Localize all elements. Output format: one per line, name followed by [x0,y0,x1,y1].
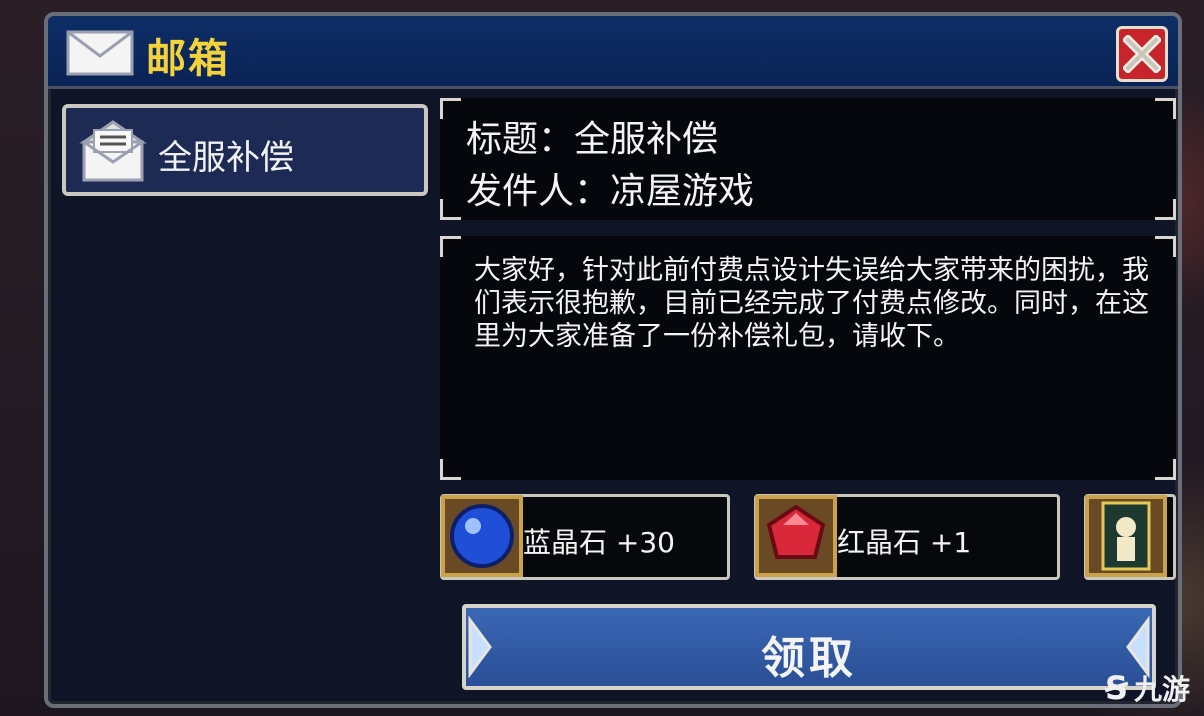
watermark: Ꞩ 九游 [1105,668,1190,708]
titlebar: 邮箱 [48,16,1178,89]
blue-gem-icon [441,495,523,577]
red-gem-icon [755,495,837,577]
mail-open-icon [79,120,147,182]
reward-item: 蓝晶石 +30 [440,494,730,580]
card-icon [1085,495,1167,577]
close-button[interactable] [1116,26,1168,82]
envelope-icon [66,30,134,76]
watermark-logo-icon: Ꞩ [1104,669,1128,707]
close-icon [1123,35,1161,73]
claim-button-label: 领取 [761,633,857,684]
mail-list-item-label: 全服补偿 [158,138,294,178]
mail-list: 全服补偿 [62,104,430,196]
mail-subject: 标题：全服补偿 [466,119,719,160]
mail-body-text: 大家好，针对此前付费点设计失误给大家带来的困扰，我们表示很抱歉，目前已经完成了付… [474,255,1149,352]
reward-item [1084,494,1176,580]
mail-sender: 发件人：凉屋游戏 [466,171,755,212]
reward-item: 红晶石 +1 [754,494,1060,580]
reward-label: 红晶石 +1 [837,526,972,559]
mailbox-window: 邮箱 全服补偿 标题：全服补偿 发件人：凉屋游戏 大家好，针对此前付费点设计失误… [44,12,1182,708]
mail-body-panel: 大家好，针对此前付费点设计失误给大家带来的困扰，我们表示很抱歉，目前已经完成了付… [440,236,1176,480]
window-title: 邮箱 [146,36,230,82]
claim-button[interactable]: 领取 [462,604,1156,690]
mail-header-panel: 标题：全服补偿 发件人：凉屋游戏 [440,98,1176,220]
reward-label: 蓝晶石 +30 [523,526,675,559]
watermark-text: 九游 [1133,673,1190,706]
mail-list-item[interactable]: 全服补偿 [62,104,428,196]
